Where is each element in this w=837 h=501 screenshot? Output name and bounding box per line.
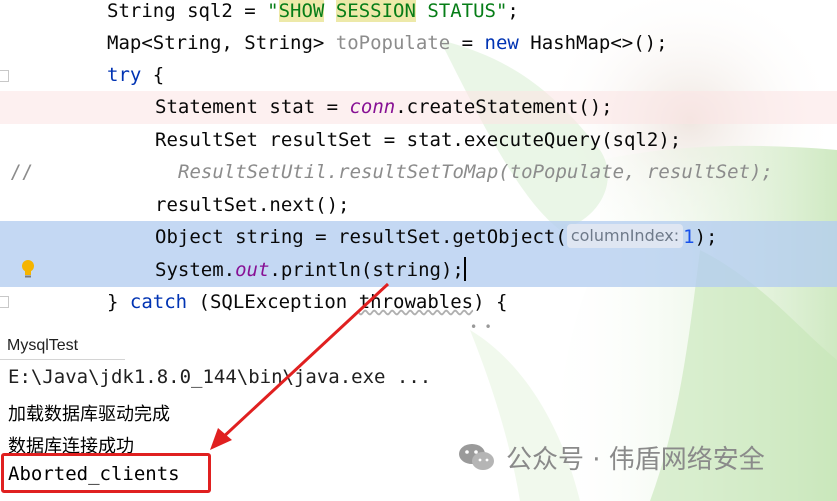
console-output-line: 加载数据库驱动完成 bbox=[8, 404, 170, 425]
code-line-7[interactable]: resultSet.next(); bbox=[0, 189, 837, 222]
parameter-hint: columnIndex: bbox=[566, 224, 684, 248]
console-command-line: E:\Java\jdk1.8.0_144\bin\java.exe ... bbox=[8, 366, 432, 388]
text-caret bbox=[463, 257, 466, 281]
wechat-icon bbox=[459, 444, 494, 470]
code-line-2[interactable]: Map<String, String> toPopulate = new Has… bbox=[0, 27, 837, 60]
code-line-8-selected[interactable]: Object string = resultSet.getObject(colu… bbox=[0, 221, 837, 254]
code-line-3[interactable]: try { bbox=[0, 59, 837, 92]
code-line-1[interactable]: String sql2 = "SHOW SESSION STATUS"; bbox=[0, 0, 837, 28]
code-line-10[interactable]: } catch (SQLException throwables) { bbox=[0, 286, 837, 319]
code-line-4[interactable]: Statement stat = conn.createStatement(); bbox=[0, 91, 837, 124]
splitter-handle[interactable]: • • bbox=[470, 320, 492, 334]
watermark-text: 公众号 · 伟盾网络安全 bbox=[506, 444, 765, 475]
lightbulb-icon[interactable] bbox=[20, 258, 36, 280]
code-line-9-selected[interactable]: System.out.println(string); bbox=[0, 254, 837, 287]
line-comment-marker: // bbox=[10, 161, 33, 183]
code-line-5[interactable]: ResultSet resultSet = stat.executeQuery(… bbox=[0, 124, 837, 157]
highlight-box bbox=[1, 453, 211, 493]
code-editor[interactable]: String sql2 = "SHOW SESSION STATUS"; Map… bbox=[0, 0, 837, 334]
tab-mysqltest[interactable]: MysqlTest bbox=[0, 333, 125, 360]
watermark: 公众号 · 伟盾网络安全 bbox=[458, 440, 765, 475]
code-line-6-commented[interactable]: // ResultSetUtil.resultSetToMap(toPopula… bbox=[0, 156, 837, 189]
